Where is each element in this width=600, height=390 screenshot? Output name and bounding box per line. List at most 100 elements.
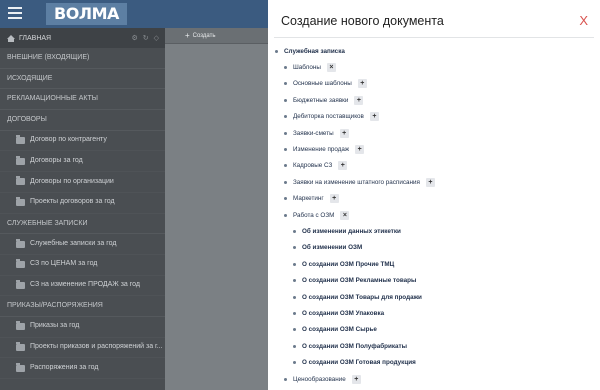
sidebar-item[interactable]: Договоры за год [0,151,165,173]
tree-item-label: Шаблоны [293,64,321,72]
tree-template[interactable]: О создании ОЗМ Рекламные товары [275,272,593,288]
folder-icon [16,341,25,351]
expand-icon[interactable]: + [351,374,361,384]
create-button[interactable]: + Создать [185,31,215,40]
sidebar-item[interactable]: Договоры по организации [0,172,165,193]
sidebar-section[interactable]: РЕКЛАМАЦИОННЫЕ АКТЫ [0,89,165,111]
tree-folder[interactable]: Заявки-сметы + [275,125,593,141]
sidebar-item[interactable]: СЗ на изменение ПРОДАЖ за год [0,276,165,297]
sidebar-home-label: ГЛАВНАЯ [19,34,52,42]
top-bar: ВОЛМА [0,0,268,28]
tree-root[interactable]: Служебная записка [275,43,593,59]
close-icon[interactable]: Х [579,13,588,28]
modal-title: Создание нового документа [281,14,444,28]
expand-icon[interactable]: + [355,145,365,155]
tree-folder[interactable]: Работа с ОЗМ × [275,207,593,223]
tree-folder[interactable]: Маркетинг + [275,191,593,207]
tree-template[interactable]: Об изменении данных этикетки [275,223,593,239]
sidebar-item[interactable]: Проекты приказов и распоряжений за г... [0,338,165,359]
tree-item-label: Дебиторка поставщиков [293,113,364,121]
tree-template[interactable]: О создании ОЗМ Прочие ТМЦ [275,256,593,272]
sidebar-item[interactable]: Служебные записки за год [0,234,165,255]
bullet-icon [293,246,296,250]
folder-icon [16,259,25,269]
bullet-icon [284,180,287,184]
folder-icon [16,321,25,331]
expand-icon[interactable]: + [338,161,348,171]
tree-item-label: О создании ОЗМ Товары для продажи [302,293,422,301]
bullet-icon [284,377,287,381]
logo: ВОЛМА [46,3,127,25]
tree-folder[interactable]: Ценообразование + [275,371,593,387]
hamburger-menu-icon[interactable] [8,7,22,19]
expand-icon[interactable]: + [357,79,367,89]
sidebar-section[interactable]: ДОГОВОРЫ [0,110,165,131]
tree-item-label: Об изменении ОЗМ [302,244,363,252]
collapse-icon[interactable]: × [326,63,336,73]
sidebar-item[interactable]: Распоряжения за год [0,358,165,379]
tree-item-label: О создании ОЗМ Прочие ТМЦ [302,260,395,268]
refresh-icon[interactable]: ↻ [143,34,149,42]
tree-item-label: О создании ОЗМ Полуфабрикаты [302,342,407,350]
sidebar-section[interactable]: ПРИКАЗЫ/РАСПОРЯЖЕНИЯ [0,296,165,317]
folder-icon [16,238,25,248]
tree-template[interactable]: О создании ОЗМ Товары для продажи [275,289,593,305]
tree-template[interactable]: О создании ОЗМ Полуфабрикаты [275,338,593,354]
bullet-icon [284,213,287,217]
bullet-icon [275,49,278,53]
sidebar-list: ВНЕШНИЕ (ВХОДЯЩИЕ) ИСХОДЯЩИЕ РЕКЛАМАЦИОННЫ… [0,48,165,379]
document-type-tree: Служебная записка Шаблоны × Основные шаблон… [275,43,593,387]
sidebar-section[interactable]: СЛУЖЕБНЫЕ ЗАПИСКИ [0,214,165,235]
tree-item-label: О создании ОЗМ Сырье [302,326,377,334]
expand-icon[interactable]: + [425,177,435,187]
tree-item-label: Ценообразование [293,375,346,383]
tree-folder[interactable]: Заявки на изменение штатного расписания + [275,174,593,190]
expand-icon[interactable]: + [329,194,339,204]
pin-icon[interactable]: ◇ [154,34,159,42]
expand-icon[interactable]: + [354,95,364,105]
home-icon [7,34,15,42]
tree-template[interactable]: О создании ОЗМ Сырье [275,322,593,338]
tree-folder[interactable]: Изменение продаж + [275,141,593,157]
bullet-icon [284,164,287,168]
bullet-icon [293,262,296,266]
tree-item-label: Основные шаблоны [293,80,352,88]
expand-icon[interactable]: + [339,128,349,138]
tree-item-label: О создании ОЗМ Рекламные товары [302,277,417,285]
bullet-icon [284,98,287,102]
tree-folder[interactable]: Бюджетные заявки + [275,92,593,108]
tree-item-label: Заявки на изменение штатного расписания [293,178,420,186]
sidebar-section[interactable]: ИСХОДЯЩИЕ [0,69,165,90]
bullet-icon [284,197,287,201]
create-document-modal: Создание нового документа Х Служебная за… [268,0,600,390]
tree-item-label: Работа с ОЗМ [293,211,335,219]
tree-folder[interactable]: Дебиторка поставщиков + [275,109,593,125]
sidebar-item-label: Договор по контрагенту [30,136,107,144]
bullet-icon [284,115,287,119]
tree-folder[interactable]: Кадровые СЗ + [275,158,593,174]
tree-template[interactable]: Об изменении ОЗМ [275,240,593,256]
content-area-dimmed [165,28,268,390]
tree-template[interactable]: О создании ОЗМ Готовая продукция [275,354,593,370]
sidebar-section[interactable]: ВНЕШНИЕ (ВХОДЯЩИЕ) [0,48,165,69]
settings-icon[interactable]: ⚙ [131,34,137,42]
content-toolbar [165,28,268,44]
sidebar-home[interactable]: ГЛАВНАЯ ⚙ ↻ ◇ [0,28,165,48]
sidebar-item[interactable]: Проекты договоров за год [0,193,165,214]
tree-item-label: Заявки-сметы [293,129,334,137]
sidebar-item[interactable]: Приказы за год [0,317,165,338]
collapse-icon[interactable]: × [340,210,350,220]
sidebar-controls: ⚙ ↻ ◇ [131,34,159,42]
tree-template[interactable]: О создании ОЗМ Упаковка [275,305,593,321]
sidebar-item-label: СЗ на изменение ПРОДАЖ за год [30,281,140,289]
sidebar-item[interactable]: СЗ по ЦЕНАМ за год [0,255,165,276]
bullet-icon [293,361,296,365]
bullet-icon [284,148,287,152]
tree-folder[interactable]: Шаблоны × [275,59,593,75]
folder-icon [16,279,25,289]
sidebar-item[interactable]: Договор по контрагенту [0,131,165,152]
expand-icon[interactable]: + [369,112,379,122]
plus-icon: + [185,31,190,40]
bullet-icon [293,311,296,315]
tree-folder[interactable]: Основные шаблоны + [275,76,593,92]
